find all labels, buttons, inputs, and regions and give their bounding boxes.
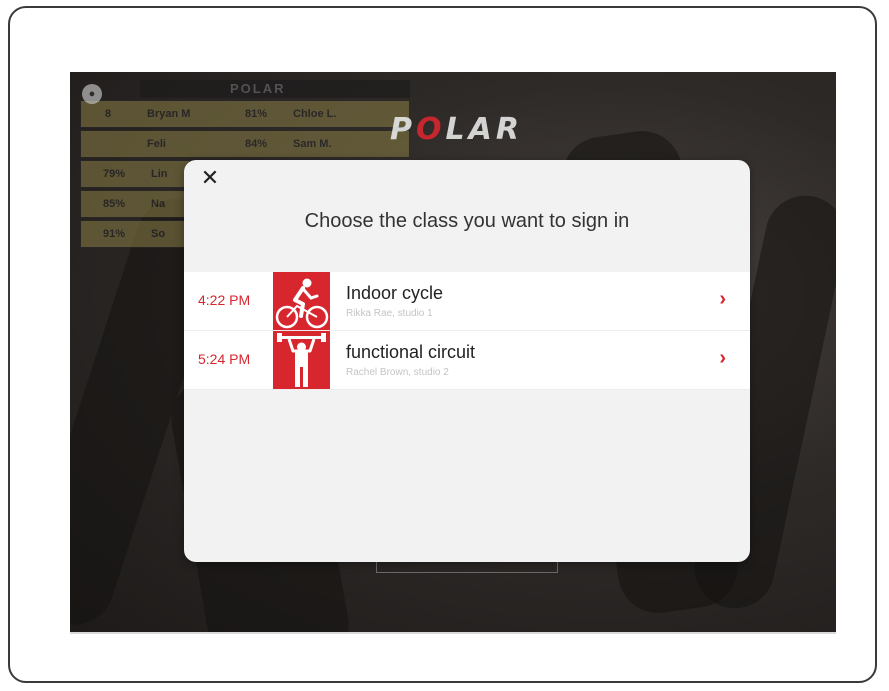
class-time: 5:24 PM — [198, 351, 251, 367]
class-signin-modal: ✕ Choose the class you want to sign in 4… — [184, 160, 750, 562]
leaderboard-value: 79% — [103, 168, 126, 180]
class-row-functional-circuit[interactable]: 5:24 PM functional circuit Rachel Brown,… — [184, 331, 750, 390]
class-list: 4:22 PM Indoor cycle Rikka Rae, studio 1… — [184, 272, 750, 390]
leaderboard-name: Feli — [147, 138, 166, 150]
leaderboard-header: POLAR — [140, 80, 410, 98]
leaderboard-row: 79% Lin — [80, 160, 190, 188]
polar-logo: POLAR — [390, 112, 523, 147]
class-instructor: Rachel Brown, studio 2 — [346, 367, 449, 378]
leaderboard-name: Bryan M — [147, 108, 191, 120]
close-icon[interactable]: ✕ — [198, 166, 222, 190]
modal-title: Choose the class you want to sign in — [304, 210, 630, 232]
leaderboard-name: Na — [151, 198, 166, 210]
leaderboard-name: Lin — [151, 168, 168, 180]
leaderboard-value: 85% — [103, 198, 126, 210]
class-time: 4:22 PM — [198, 292, 251, 308]
cycling-icon — [273, 272, 330, 330]
leaderboard-value: 84% — [245, 138, 268, 150]
weightlifting-icon — [273, 331, 330, 389]
leaderboard-name: So — [151, 228, 166, 240]
chevron-right-icon: › — [719, 347, 726, 369]
leaderboard-value: 91% — [103, 228, 126, 240]
leaderboard-value: 8 — [105, 108, 112, 120]
class-instructor: Rikka Rae, studio 1 — [346, 308, 433, 319]
leaderboard-row: Feli 84% Sam M. — [80, 130, 410, 158]
leaderboard-row: 85% Na — [80, 190, 190, 218]
class-name: functional circuit — [346, 342, 476, 362]
leaderboard-row: 91% So — [80, 220, 190, 248]
class-row-indoor-cycle[interactable]: 4:22 PM Indoor cycle Rikka Rae, studio 1… — [184, 272, 750, 331]
leaderboard-value: 81% — [245, 108, 268, 120]
leaderboard-name: Sam M. — [293, 138, 332, 150]
leaderboard-name: Chloe L. — [293, 108, 337, 120]
chevron-right-icon: › — [719, 288, 726, 310]
lock-icon[interactable]: ● — [82, 84, 102, 104]
class-name: Indoor cycle — [346, 283, 444, 303]
leaderboard-row: 8 Bryan M 81% Chloe L. — [80, 100, 410, 128]
